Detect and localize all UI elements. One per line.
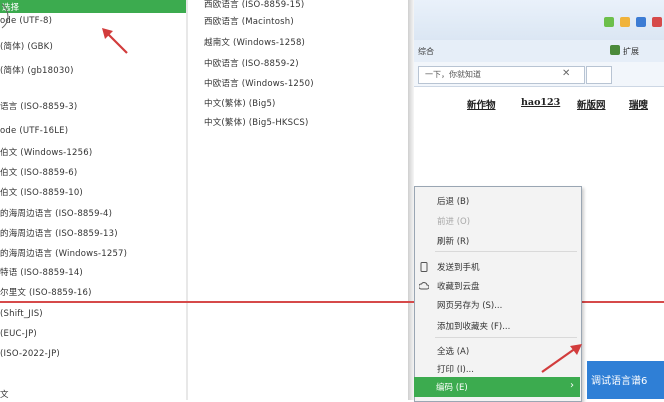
browser-bookmarks-bar: 综合 扩展 (414, 40, 664, 63)
encoding-item[interactable]: ode (UTF-16LE) (0, 126, 68, 136)
encoding-item[interactable]: 的海周边语言 (Windows-1257) (0, 247, 127, 259)
encoding-item[interactable]: 西欧语言 (Macintosh) (204, 15, 294, 27)
nav-link[interactable]: 新作物 (467, 97, 496, 111)
context-menu-item[interactable]: 刷新 (R) (437, 235, 469, 247)
context-menu-item[interactable]: 收藏到云盘 (437, 280, 480, 292)
context-menu-item[interactable]: 添加到收藏夹 (F)... (437, 320, 510, 332)
encoding-list-left: 选择 ode (UTF-8) (简体) (GBK) (简体) (gb18030) 语言… (0, 0, 190, 400)
search-tab[interactable]: 一下，你就知道 (418, 66, 585, 84)
lightning-icon[interactable] (620, 17, 630, 27)
nav-link[interactable]: hao123 (521, 97, 560, 108)
encoding-item[interactable]: (简体) (GBK) (0, 40, 53, 52)
submenu-arrow-icon: › (570, 380, 574, 391)
context-menu-item[interactable]: 打印 (I)... (437, 363, 474, 375)
encoding-item[interactable]: (Shift_JIS) (0, 309, 43, 319)
encoding-item[interactable]: 伯文 (ISO-8859-10) (0, 186, 83, 198)
encoding-item[interactable]: (EUC-JP) (0, 329, 37, 339)
encoding-item[interactable]: 越南文 (Windows-1258) (204, 36, 305, 48)
encoding-item[interactable]: 中欧语言 (ISO-8859-2) (204, 57, 299, 69)
refresh-icon[interactable] (604, 17, 614, 27)
encoding-item[interactable]: 西欧语言 (ISO-8859-15) (204, 0, 304, 10)
encoding-item[interactable]: 的海周边语言 (ISO-8859-4) (0, 207, 112, 219)
encoding-item[interactable]: 尔里文 (ISO-8859-16) (0, 286, 92, 298)
encoding-item[interactable]: (简体) (gb18030) (0, 64, 74, 76)
context-menu-item-encoding[interactable]: 编码 (E) › (414, 377, 580, 397)
encoding-item[interactable]: 伯文 (Windows-1256) (0, 146, 92, 158)
browser-top-toolbar (414, 0, 664, 41)
encoding-item-selected[interactable]: 选择 (0, 0, 186, 13)
nav-link[interactable]: 新版网 (577, 97, 606, 111)
encoding-item[interactable]: 中文(繁体) (Big5-HKSCS) (204, 116, 309, 128)
encoding-item[interactable]: (ISO-2022-JP) (0, 349, 60, 359)
annotation-arrow-icon (541, 344, 582, 373)
go-icon[interactable] (636, 17, 646, 27)
annotation-arrow-icon (102, 28, 128, 54)
phone-icon (420, 262, 428, 272)
nav-link[interactable]: 瑞嗖 (629, 97, 648, 111)
extension-label[interactable]: 扩展 (623, 46, 639, 57)
encoding-item[interactable]: 中欧语言 (Windows-1250) (204, 77, 314, 89)
encoding-item[interactable]: 语言 (ISO-8859-3) (0, 100, 77, 112)
page-banner: 调试语言谱6 (587, 361, 664, 399)
search-tab-text: 一下，你就知道 (425, 70, 481, 79)
new-tab-button[interactable] (586, 66, 612, 84)
encoding-menu-label: 编码 (E) (436, 383, 468, 393)
encoding-list-middle: 西欧语言 (ISO-8859-15) 西欧语言 (Macintosh) 越南文 (W… (192, 0, 410, 400)
cloud-icon (419, 282, 429, 290)
encoding-item[interactable]: 伯文 (ISO-8859-6) (0, 166, 77, 178)
close-window-icon[interactable] (652, 17, 662, 27)
encoding-item[interactable]: 特语 (ISO-8859-14) (0, 266, 83, 278)
cursor-curve-icon (1, 3, 9, 29)
context-menu-item[interactable]: 发送到手机 (437, 261, 480, 273)
menu-divider (435, 337, 577, 338)
context-menu-item[interactable]: 前进 (O) (437, 215, 470, 227)
encoding-item[interactable]: 文 (0, 388, 9, 400)
encoding-item[interactable]: 的海周边语言 (ISO-8859-13) (0, 227, 118, 239)
close-tab-icon[interactable]: ✕ (562, 68, 570, 79)
context-menu-item[interactable]: 网页另存为 (S)... (437, 299, 502, 311)
context-menu-item[interactable]: 后退 (B) (437, 195, 469, 207)
encoding-item[interactable]: 中文(繁体) (Big5) (204, 97, 276, 109)
context-menu-item[interactable]: 全选 (A) (437, 345, 469, 357)
toolbar-label[interactable]: 综合 (418, 46, 434, 57)
banner-text: 调试语言谱6 (591, 376, 648, 387)
column-divider (186, 0, 188, 400)
menu-divider (435, 251, 577, 252)
extension-icon[interactable] (610, 45, 620, 55)
